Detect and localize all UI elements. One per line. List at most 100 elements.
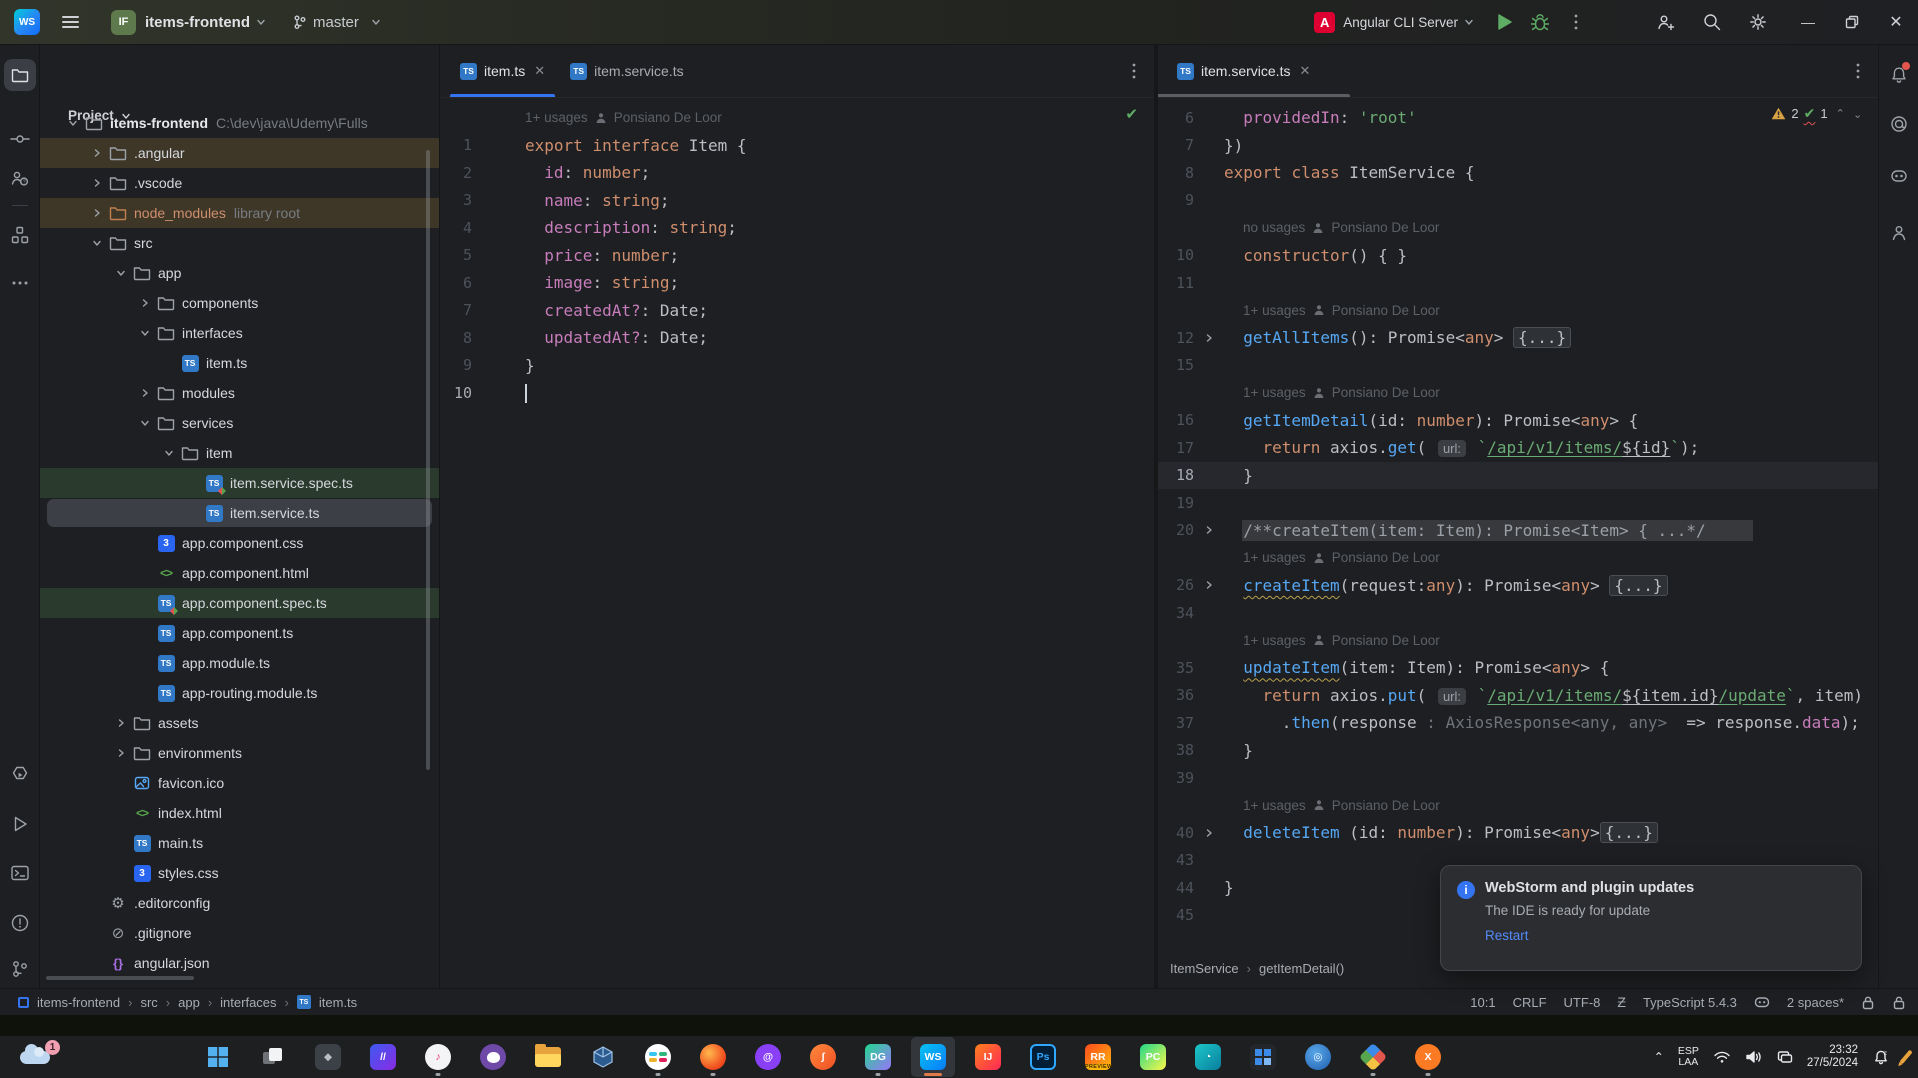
usage-hint[interactable]: 1+ usagesPonsiano De Loor — [1158, 544, 1878, 572]
usage-hint[interactable]: 1+ usagesPonsiano De Loor — [441, 104, 1154, 132]
run-configuration[interactable]: Angular CLI Server — [1343, 15, 1458, 30]
status-crumb-app[interactable]: app — [178, 995, 200, 1010]
taskbar-xampp[interactable]: X — [1406, 1037, 1450, 1077]
tool-services-icon[interactable] — [4, 757, 36, 789]
fold-arrow-icon[interactable] — [1194, 333, 1224, 343]
code-line-1[interactable]: 1export interface Item { — [441, 132, 1154, 160]
debug-button[interactable] — [1526, 8, 1554, 36]
usage-hint[interactable]: 1+ usagesPonsiano De Loor — [1158, 379, 1878, 407]
usage-hint[interactable]: no usagesPonsiano De Loor — [1158, 214, 1878, 242]
code-line-40[interactable]: 40 deleteItem (id: number): Promise<any>… — [1158, 819, 1878, 847]
tree-row-.gitignore[interactable]: ⊘.gitignore — [40, 918, 439, 948]
tree-row-item[interactable]: item — [40, 438, 439, 468]
usage-hint[interactable]: 1+ usagesPonsiano De Loor — [1158, 297, 1878, 325]
code-line-6[interactable]: 6 image: string; — [441, 269, 1154, 297]
code-line-3[interactable]: 3 name: string; — [441, 187, 1154, 215]
project-name[interactable]: items-frontend — [145, 14, 250, 31]
volume-icon[interactable] — [1745, 1050, 1763, 1064]
code-line-34[interactable]: 34 — [1158, 599, 1878, 627]
code-line-37[interactable]: 37 .then(response : AxiosResponse<any, a… — [1158, 709, 1878, 737]
status-crumb-interfaces[interactable]: interfaces — [220, 995, 276, 1010]
code-line-5[interactable]: 5 price: number; — [441, 242, 1154, 270]
file-unlock-icon[interactable] — [1892, 995, 1906, 1010]
tree-row-app.component.ts[interactable]: TSapp.component.ts — [40, 618, 439, 648]
clock[interactable]: 23:3227/5/2024 — [1807, 1044, 1858, 1070]
run-button[interactable] — [1490, 8, 1518, 36]
tree-row-.editorconfig[interactable]: ⚙.editorconfig — [40, 888, 439, 918]
tool-project-folder-icon[interactable] — [4, 59, 36, 91]
tab-item.service.ts[interactable]: TSitem.service.ts — [560, 45, 693, 97]
weather-widget[interactable]: 1 — [18, 1042, 62, 1072]
tree-row-item.service.spec.ts[interactable]: TSitem.service.spec.ts — [40, 468, 439, 498]
code-line-4[interactable]: 4 description: string; — [441, 214, 1154, 242]
project-scrollbar-vertical[interactable] — [426, 150, 430, 770]
line-separator[interactable]: CRLF — [1513, 995, 1547, 1010]
taskbar-start-button[interactable] — [196, 1037, 240, 1077]
tree-row-environments[interactable]: environments — [40, 738, 439, 768]
minimize-button[interactable]: — — [1786, 0, 1830, 45]
status-crumb-items-frontend[interactable]: items-frontend — [37, 995, 120, 1010]
strip-profile-icon[interactable] — [1883, 217, 1915, 249]
close-icon[interactable]: ✕ — [534, 63, 545, 79]
notification-center-icon[interactable]: z — [1872, 1049, 1890, 1065]
code-line-2[interactable]: 2 id: number; — [441, 159, 1154, 187]
tree-row-app-routing.module.ts[interactable]: TSapp-routing.module.ts — [40, 678, 439, 708]
tool-structure-icon[interactable] — [4, 219, 36, 251]
code-line-16[interactable]: 16 getItemDetail(id: number): Promise<an… — [1158, 407, 1878, 435]
file-lock-icon[interactable] — [1861, 995, 1875, 1010]
tree-row-styles.css[interactable]: 3styles.css — [40, 858, 439, 888]
tab-options-icon[interactable] — [1850, 61, 1866, 81]
tree-row-assets[interactable]: assets — [40, 708, 439, 738]
main-menu-icon[interactable] — [62, 16, 79, 28]
code-line-17[interactable]: 17 return axios.get( url: `/api/v1/items… — [1158, 434, 1878, 462]
code-line-20[interactable]: 20 /**createItem(item: Item): Promise<It… — [1158, 517, 1878, 545]
tree-row-index.html[interactable]: <>index.html — [40, 798, 439, 828]
code-line-10[interactable]: 10 constructor() { } — [1158, 242, 1878, 270]
code-line-11[interactable]: 11 — [1158, 269, 1878, 297]
usage-hint[interactable]: 1+ usagesPonsiano De Loor — [1158, 627, 1878, 655]
tree-row-services[interactable]: services — [40, 408, 439, 438]
code-line-36[interactable]: 36 return axios.put( url: `/api/v1/items… — [1158, 682, 1878, 710]
strip-copilot-icon[interactable] — [1883, 160, 1915, 192]
code-area-right[interactable]: 6 providedIn: 'root'7})8export class Ite… — [1158, 104, 1878, 929]
tree-row-components[interactable]: components — [40, 288, 439, 318]
taskbar-photoshop[interactable]: Ps — [1021, 1037, 1065, 1077]
tool-terminal-icon[interactable] — [4, 857, 36, 889]
fold-arrow-icon[interactable] — [1194, 828, 1224, 838]
settings-gear-icon[interactable] — [1744, 8, 1772, 36]
taskbar-search-globe[interactable]: ◎ — [1296, 1037, 1340, 1077]
code-line-39[interactable]: 39 — [1158, 764, 1878, 792]
tree-row-angular.json[interactable]: {}angular.json — [40, 948, 439, 978]
tree-row-items-frontend[interactable]: items-frontendC:\dev\java\Udemy\Fulls — [40, 108, 439, 138]
taskbar-itunes[interactable]: ♪ — [416, 1037, 460, 1077]
code-line-7[interactable]: 7}) — [1158, 132, 1878, 160]
caret-position[interactable]: 10:1 — [1470, 995, 1495, 1010]
search-everywhere-icon[interactable] — [1698, 8, 1726, 36]
hidden-icons-chevron[interactable]: ⌃ — [1654, 1050, 1664, 1064]
taskbar-app-blocks[interactable] — [1241, 1037, 1285, 1077]
file-encoding[interactable]: UTF-8 — [1564, 995, 1601, 1010]
taskbar-datagrip[interactable]: DG — [856, 1037, 900, 1077]
tree-row-app.module.ts[interactable]: TSapp.module.ts — [40, 648, 439, 678]
close-button[interactable]: ✕ — [1874, 0, 1918, 45]
project-icon[interactable]: IF — [111, 10, 136, 35]
code-line-9[interactable]: 9 — [1158, 187, 1878, 215]
tree-row-app[interactable]: app — [40, 258, 439, 288]
taskbar-pycharm[interactable]: PC — [1131, 1037, 1175, 1077]
code-line-19[interactable]: 19 — [1158, 489, 1878, 517]
code-line-18[interactable]: 18 } — [1158, 462, 1878, 490]
tree-row-item.ts[interactable]: TSitem.ts — [40, 348, 439, 378]
taskbar-app-teal-tool[interactable]: ◔ — [1186, 1037, 1230, 1077]
navigation-breadcrumb[interactable]: items-frontend›src›app›interfaces›TSitem… — [18, 995, 357, 1010]
taskbar-file-explorer[interactable] — [526, 1037, 570, 1077]
language-version[interactable]: TypeScript 5.4.3 — [1643, 995, 1737, 1010]
no-wrap-icon[interactable]: Ƶ — [1617, 994, 1626, 1010]
indent-setting[interactable]: 2 spaces* — [1787, 995, 1844, 1010]
usage-hint[interactable]: 1+ usagesPonsiano De Loor — [1158, 792, 1878, 820]
taskbar-app-swirl[interactable]: @ — [746, 1037, 790, 1077]
tree-row-app.component.spec.ts[interactable]: TSapp.component.spec.ts — [40, 588, 439, 618]
tree-row-main.ts[interactable]: TSmain.ts — [40, 828, 439, 858]
tree-row-app.component.html[interactable]: <>app.component.html — [40, 558, 439, 588]
tool-more-icon[interactable] — [4, 267, 36, 299]
restore-button[interactable] — [1830, 0, 1874, 45]
